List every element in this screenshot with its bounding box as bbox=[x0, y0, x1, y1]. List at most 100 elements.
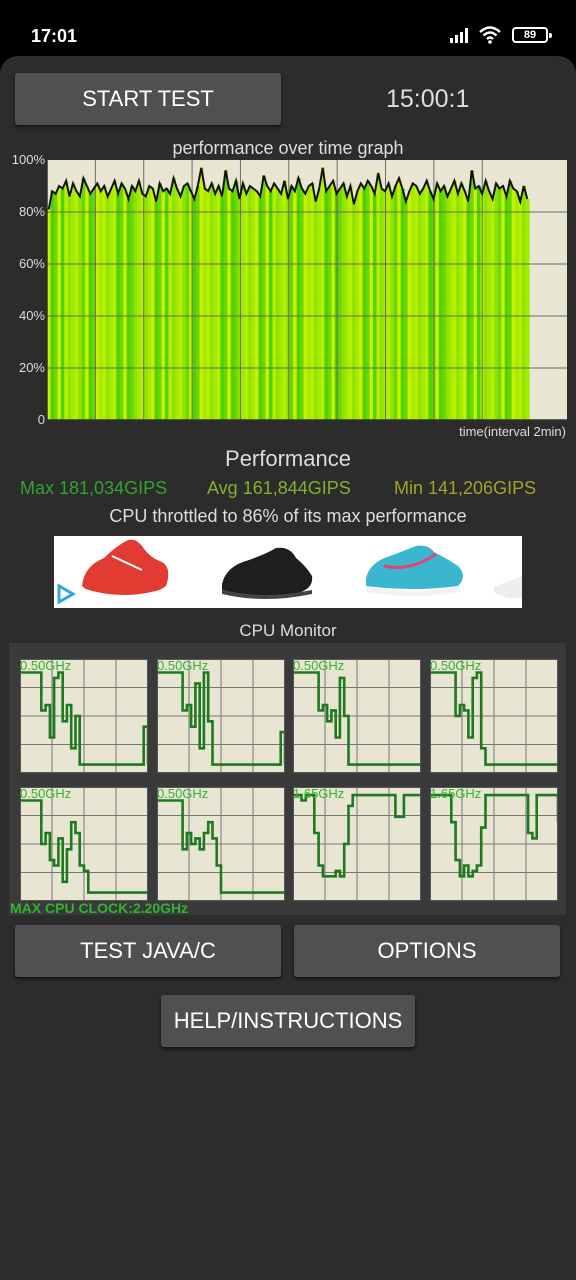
perf-bar bbox=[515, 191, 520, 420]
perf-bar bbox=[112, 180, 117, 420]
perf-bar bbox=[57, 186, 62, 420]
cpu-monitor-title: CPU Monitor bbox=[239, 621, 337, 640]
perf-bar bbox=[393, 186, 398, 420]
perf-bar bbox=[518, 201, 523, 420]
min-gips: Min 141,206GIPS bbox=[394, 478, 537, 498]
perf-bar bbox=[237, 199, 242, 420]
cpu-core-2-graph bbox=[157, 659, 285, 773]
graph-title: performance over time graph bbox=[172, 138, 404, 158]
perf-bar bbox=[251, 188, 256, 420]
perf-bar bbox=[348, 186, 353, 420]
cpu-core-6-freq: 0.50GHz bbox=[157, 786, 209, 801]
perf-bar bbox=[258, 196, 263, 420]
perf-bar bbox=[109, 188, 114, 420]
perf-bar bbox=[151, 188, 156, 420]
perf-bar bbox=[386, 183, 391, 420]
perf-bar bbox=[407, 191, 412, 420]
perf-bar bbox=[185, 183, 190, 420]
red-sneaker-icon[interactable] bbox=[82, 539, 169, 599]
cpu-core-1-graph bbox=[20, 659, 148, 773]
perf-bar bbox=[300, 188, 305, 420]
perf-bar bbox=[78, 196, 83, 420]
perf-bar bbox=[230, 191, 235, 420]
perf-bar bbox=[255, 191, 260, 420]
options-button[interactable]: OPTIONS bbox=[294, 925, 560, 977]
start-test-button[interactable]: START TEST bbox=[15, 73, 281, 125]
perf-bar bbox=[67, 196, 72, 420]
perf-bar bbox=[317, 188, 322, 420]
perf-bar bbox=[362, 188, 367, 420]
perf-bar bbox=[220, 196, 225, 420]
perf-bar bbox=[352, 204, 357, 420]
perf-bar bbox=[137, 180, 142, 420]
ad-choices-icon[interactable] bbox=[57, 583, 77, 605]
perf-bar bbox=[50, 191, 55, 420]
cpu-core-5: 0.50GHz bbox=[20, 786, 148, 901]
perf-bar bbox=[213, 193, 218, 420]
perf-bar bbox=[338, 188, 343, 420]
perf-bar bbox=[223, 170, 228, 420]
blue-sneaker-icon[interactable] bbox=[366, 545, 522, 599]
cpu-core-7-graph bbox=[293, 787, 421, 901]
help-instructions-button[interactable]: HELP/INSTRUCTIONS bbox=[161, 995, 415, 1047]
perf-bar bbox=[418, 193, 423, 420]
cpu-core-7: 1.65GHz bbox=[293, 786, 421, 901]
max-gips: Max 181,034GIPS bbox=[20, 478, 168, 498]
cpu-core-5-freq: 0.50GHz bbox=[20, 786, 72, 801]
cpu-core-5-graph bbox=[20, 787, 148, 901]
perf-bar bbox=[307, 186, 312, 420]
perf-bar bbox=[456, 193, 461, 420]
perf-bar bbox=[248, 186, 253, 420]
cpu-core-2-freq: 0.50GHz bbox=[157, 658, 209, 673]
perf-bar bbox=[126, 199, 131, 420]
perf-bar bbox=[265, 186, 270, 420]
perf-bar bbox=[241, 183, 246, 420]
perf-bar bbox=[119, 183, 124, 420]
perf-bar bbox=[366, 180, 371, 420]
perf-bar bbox=[494, 183, 499, 420]
perf-bar bbox=[473, 188, 478, 420]
cpu-core-8-graph bbox=[430, 787, 558, 901]
ad-banner[interactable] bbox=[54, 536, 522, 608]
cpu-core-6: 0.50GHz bbox=[157, 786, 285, 901]
perf-bar bbox=[244, 193, 249, 420]
perf-bar bbox=[522, 186, 527, 420]
perf-bar bbox=[424, 180, 430, 420]
perf-bar bbox=[452, 180, 457, 420]
signal-icon bbox=[450, 28, 468, 43]
perf-bar bbox=[168, 193, 173, 420]
perf-bar bbox=[64, 180, 69, 420]
perf-bar bbox=[490, 199, 495, 420]
avg-gips: Avg 161,844GIPS bbox=[207, 478, 351, 498]
battery-level: 89 bbox=[523, 29, 537, 41]
perf-bar bbox=[397, 178, 402, 420]
cpu-core-2: 0.50GHz bbox=[157, 658, 285, 773]
perf-bar bbox=[282, 180, 287, 420]
status-bar: 17:01 89 bbox=[0, 0, 576, 56]
perf-bar bbox=[466, 201, 471, 420]
perf-bar bbox=[355, 191, 360, 420]
perf-bar bbox=[445, 196, 450, 420]
perf-bar bbox=[85, 186, 90, 420]
perf-bar bbox=[525, 199, 530, 420]
clock: 17:01 bbox=[31, 26, 78, 46]
perf-bar bbox=[216, 186, 221, 420]
y-tick-80: 80% bbox=[18, 204, 45, 219]
perf-bar bbox=[206, 191, 211, 420]
perf-bar bbox=[476, 186, 482, 420]
perf-bar bbox=[164, 188, 169, 420]
status-icons: 89 bbox=[408, 23, 552, 47]
perf-bar bbox=[341, 183, 346, 420]
cpu-core-1-freq: 0.50GHz bbox=[20, 658, 72, 673]
cpu-core-6-graph bbox=[157, 787, 285, 901]
black-sneaker-icon[interactable] bbox=[222, 547, 313, 599]
perf-bar bbox=[53, 193, 59, 420]
perf-bar bbox=[324, 191, 329, 420]
throttle-message: CPU throttled to 86% of its max performa… bbox=[109, 506, 467, 526]
perf-bar bbox=[196, 186, 201, 420]
perf-bar bbox=[175, 188, 180, 420]
perf-bar bbox=[487, 191, 492, 420]
test-java-c-button[interactable]: TEST JAVA/C bbox=[15, 925, 281, 977]
cpu-core-7-freq: 1.65GHz bbox=[293, 786, 345, 801]
perf-bar bbox=[182, 186, 187, 420]
